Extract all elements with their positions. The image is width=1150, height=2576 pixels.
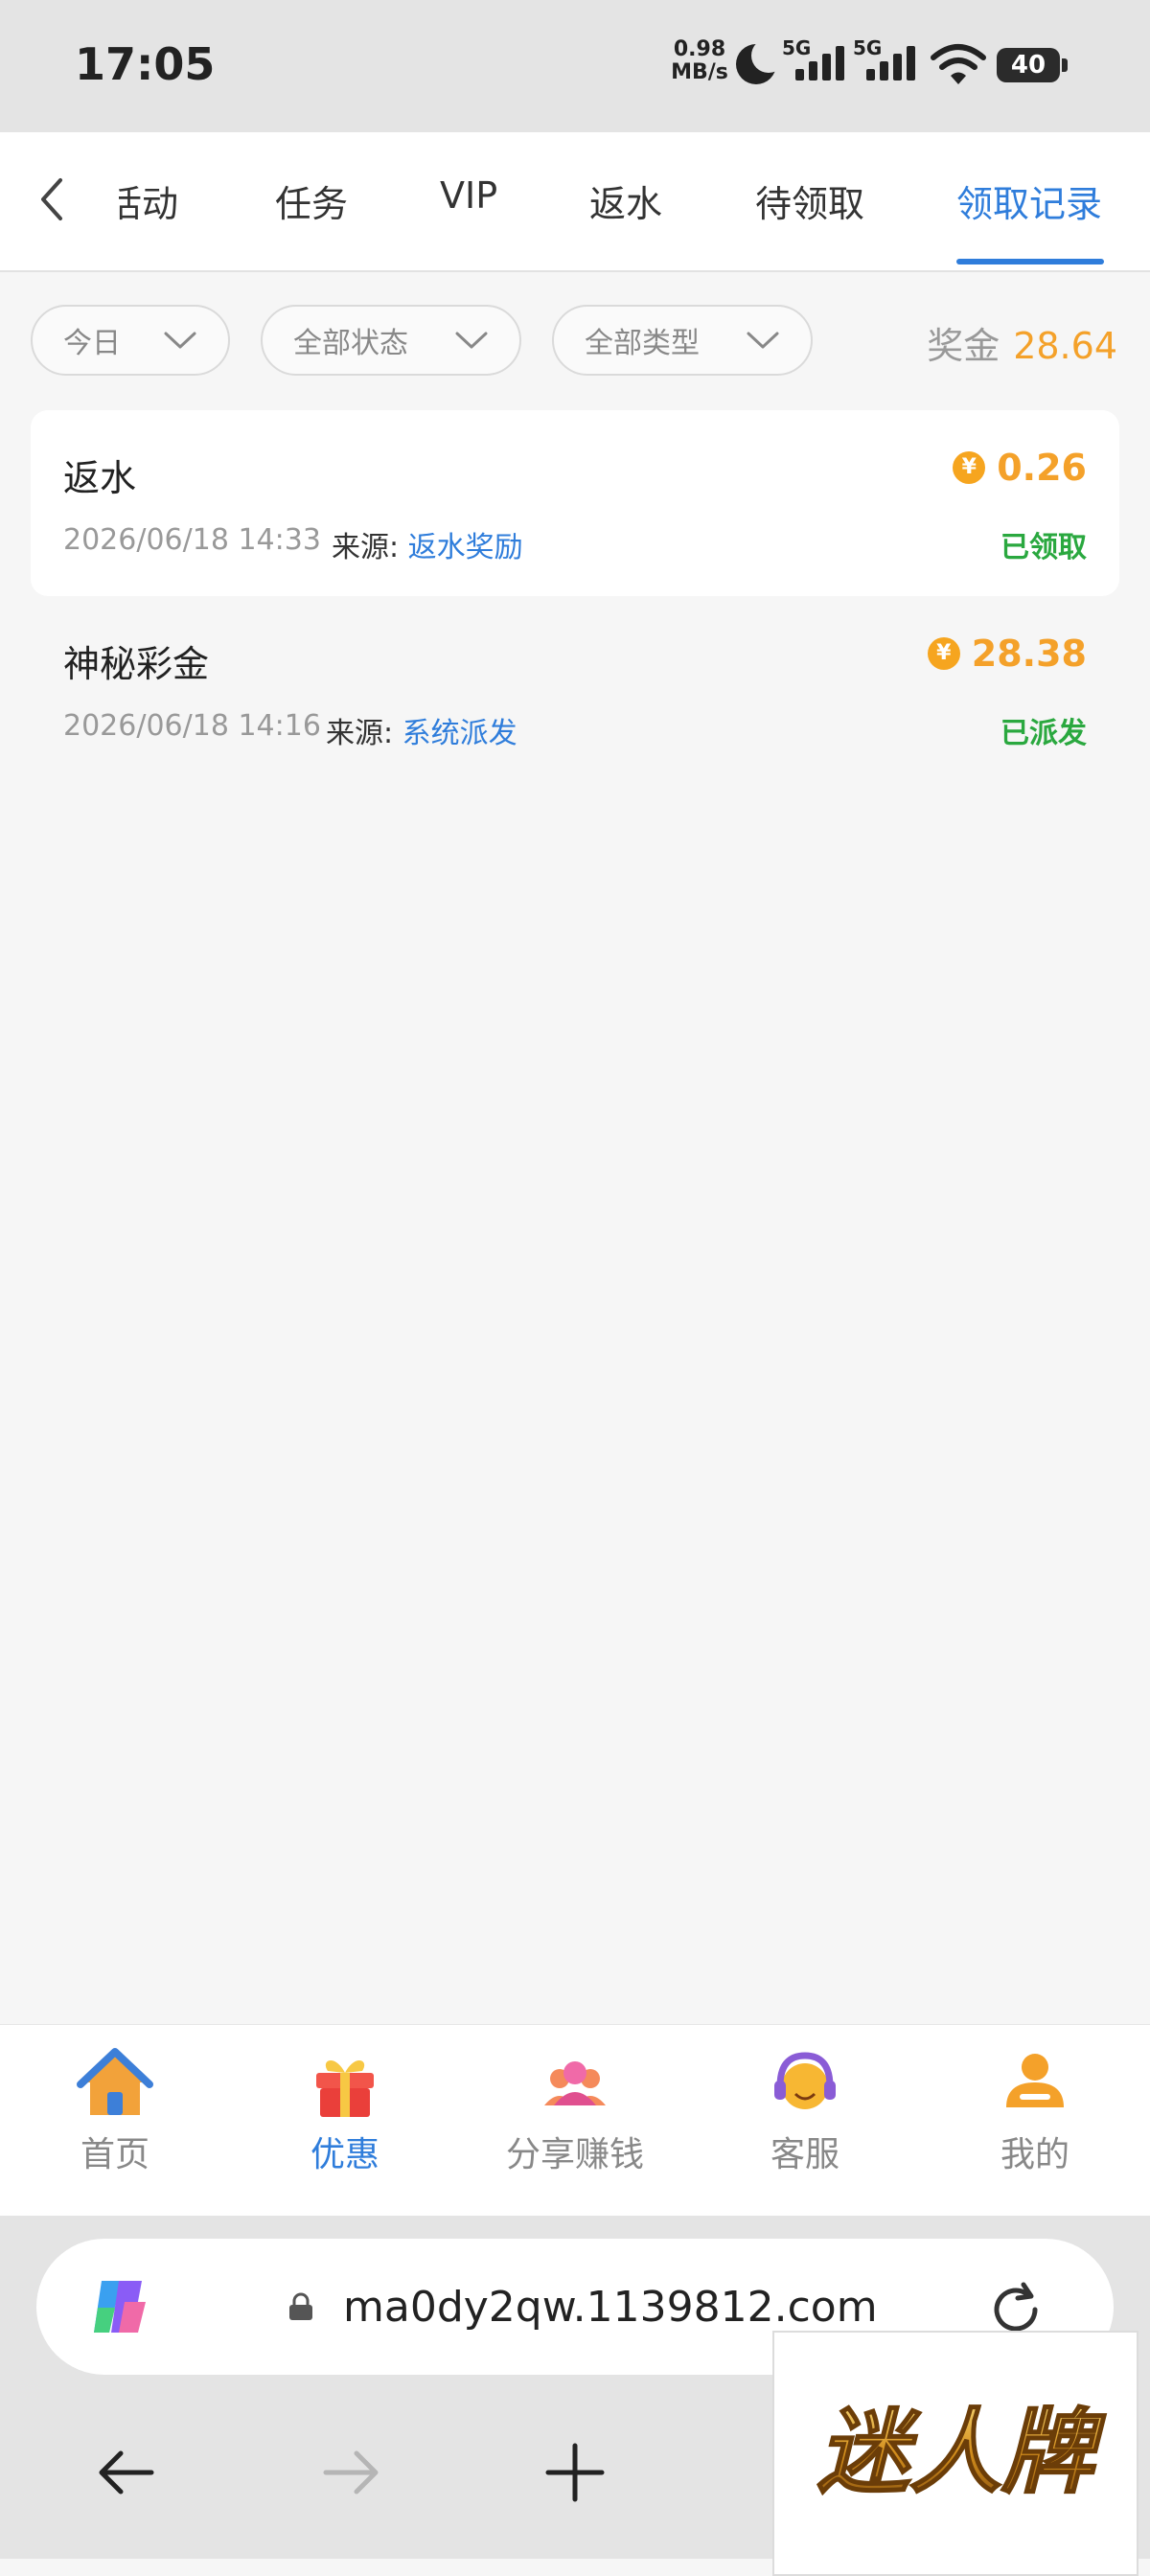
bottom-navigation: 首页 优惠 分享赚钱 客服 我的 — [0, 2024, 1150, 2217]
wifi-icon — [931, 44, 986, 84]
tab-vip[interactable]: VIP — [440, 174, 497, 217]
nav-promotions[interactable]: 优惠 — [268, 2044, 422, 2176]
browser-forward-icon[interactable] — [312, 2434, 389, 2511]
do-not-disturb-icon — [736, 38, 786, 84]
nav-share-earn[interactable]: 分享赚钱 — [498, 2044, 652, 2176]
headset-icon — [774, 2052, 836, 2109]
status-filter[interactable]: 全部状态 — [261, 305, 521, 376]
record-title: 神秘彩金 — [63, 643, 210, 685]
brand-logo: 迷人牌 — [816, 2398, 1107, 2507]
new-tab-icon[interactable] — [537, 2434, 613, 2511]
nav-home[interactable]: 首页 — [38, 2044, 192, 2176]
bonus-total: 奖金 28.64 — [927, 325, 1117, 367]
status-time: 17:05 — [75, 38, 216, 90]
record-datetime: 2026/06/18 14:33 — [63, 523, 321, 557]
signal-2-icon: 5G — [853, 36, 926, 86]
chevron-down-icon — [164, 332, 196, 349]
tab-bar: 活动 任务 VIP 返水 待领取 领取记录 — [0, 132, 1150, 272]
url-text[interactable]: ma0dy2qw.1139812.com — [343, 2283, 878, 2332]
svg-text:迷人牌: 迷人牌 — [817, 2399, 1106, 2506]
lock-icon — [289, 2292, 312, 2320]
coin-icon: ¥ — [953, 451, 986, 484]
record-status: 已派发 — [1000, 717, 1087, 750]
home-icon — [77, 2048, 153, 2115]
back-button[interactable] — [29, 172, 75, 226]
chevron-down-icon — [747, 332, 779, 349]
tab-activity[interactable]: 活动 — [119, 174, 178, 227]
tab-rebate[interactable]: 返水 — [589, 174, 662, 227]
active-tab-indicator — [956, 259, 1104, 264]
type-filter[interactable]: 全部类型 — [552, 305, 813, 376]
status-bar: 17:05 0.98 MB/s 5G 5G 40 — [0, 0, 1150, 132]
browser-back-icon[interactable] — [88, 2434, 165, 2511]
record-status: 已领取 — [1000, 531, 1087, 564]
date-filter[interactable]: 今日 — [31, 305, 230, 376]
record-title: 返水 — [63, 457, 137, 499]
people-icon — [544, 2061, 606, 2105]
signal-1-icon: 5G — [782, 36, 855, 86]
record-card: 神秘彩金 2026/06/18 14:16 来源: 系统派发 ¥ 28.38 已… — [31, 596, 1119, 782]
gift-icon — [316, 2059, 374, 2117]
record-source: 来源: 系统派发 — [326, 717, 518, 750]
record-amount: ¥ 0.26 — [953, 447, 1087, 489]
record-source-link[interactable]: 返水奖励 — [408, 531, 523, 564]
record-amount: ¥ 28.38 — [927, 632, 1087, 675]
tab-claim-records[interactable]: 领取记录 — [956, 174, 1102, 227]
tab-tasks[interactable]: 任务 — [275, 174, 348, 227]
chevron-left-icon — [41, 178, 62, 220]
record-card: 返水 2026/06/18 14:33 来源: 返水奖励 ¥ 0.26 已领取 — [31, 410, 1119, 596]
coin-icon: ¥ — [927, 637, 960, 670]
record-source: 来源: 返水奖励 — [332, 531, 523, 564]
tab-pending[interactable]: 待领取 — [755, 174, 864, 227]
copilot-icon[interactable] — [86, 2273, 153, 2340]
nav-profile[interactable]: 我的 — [958, 2044, 1112, 2176]
record-source-link[interactable]: 系统派发 — [402, 717, 518, 750]
chevron-down-icon — [455, 332, 488, 349]
watermark-logo: 迷人牌 — [772, 2331, 1138, 2576]
record-datetime: 2026/06/18 14:16 — [63, 709, 321, 743]
user-icon — [1006, 2054, 1064, 2107]
battery-icon: 40 — [997, 48, 1068, 82]
network-speed: 0.98 MB/s — [671, 37, 728, 84]
nav-customer-service[interactable]: 客服 — [728, 2044, 882, 2176]
